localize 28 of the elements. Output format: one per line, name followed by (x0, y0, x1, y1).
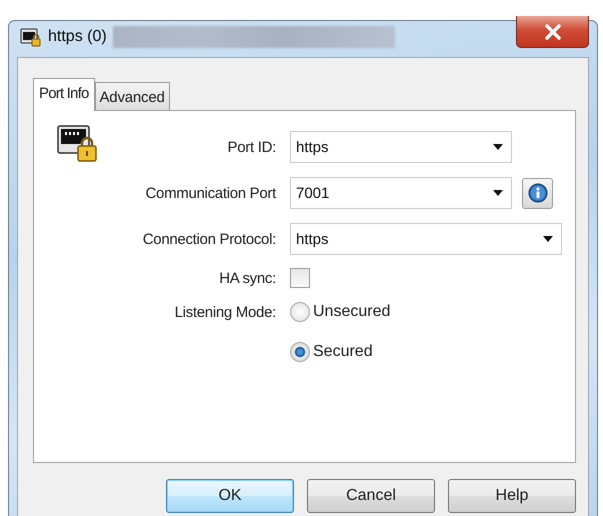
dropdown[interactable]: https (290, 223, 562, 255)
radio-circle[interactable] (290, 302, 310, 322)
dropdown[interactable]: https (290, 131, 512, 163)
caret-icon (543, 236, 553, 242)
info-icon (528, 183, 548, 203)
caret-icon (493, 190, 503, 196)
radio-button[interactable]: Unsecured (290, 302, 390, 322)
field-label: HA sync: (219, 270, 276, 286)
caret-icon (493, 144, 503, 150)
field-label: Listening Mode: (174, 304, 276, 321)
radio-button[interactable]: Secured (290, 342, 390, 362)
dialog-button[interactable]: Help (448, 479, 576, 513)
network-lock-icon (20, 26, 42, 48)
radio-circle[interactable] (290, 342, 310, 362)
window-title: https (0) (48, 28, 107, 46)
field-label: Communication Port (146, 184, 276, 202)
network-lock-icon (57, 125, 97, 163)
dropdown[interactable]: 7001 (290, 177, 512, 209)
field-label: Connection Protocol: (142, 230, 276, 248)
field-label: Port ID: (228, 138, 276, 156)
dialog-button[interactable]: OK (166, 479, 294, 513)
info-button[interactable] (522, 178, 553, 208)
tab[interactable]: Port Info (33, 78, 94, 111)
checkbox[interactable] (290, 268, 310, 288)
close-button[interactable] (516, 16, 589, 48)
close-icon (542, 22, 562, 40)
dialog-button[interactable]: Cancel (307, 479, 435, 513)
tab[interactable]: Advanced (94, 82, 170, 110)
